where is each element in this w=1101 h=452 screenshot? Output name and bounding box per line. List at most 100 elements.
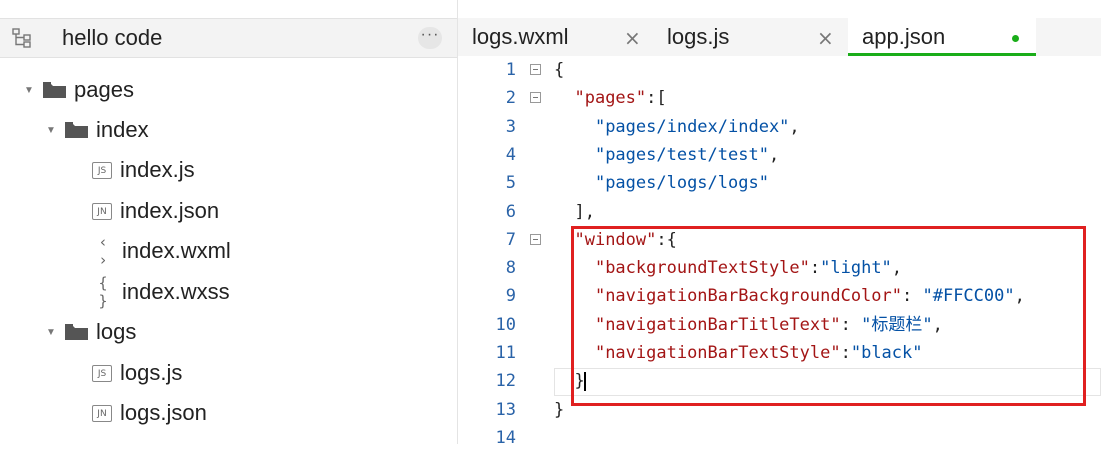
line-number: 7 [505, 229, 516, 250]
code-editor[interactable]: 1{2 "pages":[3 "pages/index/index", 4 "pa… [458, 56, 1101, 448]
folder-icon [65, 122, 88, 138]
code-line[interactable]: 11 "navigationBarTextStyle":"black" [458, 339, 1101, 367]
code-token: "window" [574, 229, 657, 250]
code-token: , [789, 116, 800, 137]
code-text: "pages/index/index", [554, 113, 800, 141]
tree-folder-logs[interactable]: ▼ logs [44, 314, 136, 350]
line-number: 10 [495, 314, 516, 335]
code-token: , [891, 258, 903, 279]
code-token: "pages" [574, 88, 647, 109]
line-number: 1 [505, 60, 516, 80]
code-text: "navigationBarBackgroundColor": "#FFCC00… [554, 282, 1025, 310]
code-token: : [809, 258, 821, 279]
close-icon[interactable]: × [817, 26, 834, 50]
code-line[interactable]: 10 "navigationBarTitleText": "标题栏", [458, 311, 1101, 339]
fold-toggle-icon[interactable] [530, 92, 541, 104]
editor-tab-bar: logs.wxml × logs.js × app.json [458, 18, 1101, 57]
code-line[interactable]: 13} [458, 396, 1101, 424]
project-title: hello code [62, 25, 163, 50]
code-token: , [1014, 286, 1025, 307]
code-token: : [902, 286, 923, 307]
code-token: "标题栏" [861, 314, 933, 335]
fold-toggle-icon[interactable] [530, 64, 541, 75]
tree-file-index-js[interactable]: JS index.js [92, 152, 195, 188]
tab-logs-js[interactable]: logs.js × [653, 18, 848, 56]
code-text: "window":{ [554, 226, 676, 254]
caret-down-icon[interactable]: ▼ [44, 327, 58, 338]
code-text: "navigationBarTextStyle":"black" [554, 339, 923, 367]
tree-icon[interactable] [12, 28, 34, 48]
folder-icon [65, 324, 88, 340]
code-token: } [554, 371, 585, 392]
code-line[interactable]: 5 "pages/logs/logs" [458, 169, 1101, 197]
code-line[interactable]: 7 "window":{ [458, 226, 1101, 254]
more-options-button[interactable]: ··· [418, 27, 442, 49]
line-number: 3 [505, 116, 516, 137]
code-line[interactable]: 1{ [458, 56, 1101, 84]
code-token: "pages/test/test" [594, 144, 769, 165]
close-icon[interactable]: × [624, 26, 641, 50]
tree-folder-index[interactable]: ▼ index [44, 112, 149, 148]
json-file-icon: JN [92, 404, 112, 422]
code-token: , [768, 144, 780, 165]
code-line[interactable]: 3 "pages/index/index", [458, 113, 1101, 141]
code-text: "pages/test/test", [554, 141, 779, 169]
code-text: "navigationBarTitleText": "标题栏", [554, 311, 943, 339]
wxml-file-icon: ‹ › [98, 233, 108, 269]
code-token: "black" [850, 343, 923, 363]
caret-down-icon[interactable]: ▼ [22, 85, 36, 96]
line-number: 2 [505, 88, 516, 109]
tree-file-logs-js[interactable]: JS logs.js [92, 355, 182, 391]
code-line[interactable]: 8 "backgroundTextStyle":"light", [458, 254, 1101, 282]
code-text: "pages/logs/logs" [554, 169, 769, 197]
line-number: 4 [505, 144, 516, 165]
tree-file-logs-json[interactable]: JN logs.json [92, 395, 207, 431]
tab-logs-wxml[interactable]: logs.wxml × [458, 18, 653, 56]
code-token: "navigationBarTextStyle" [594, 343, 841, 363]
tree-folder-pages[interactable]: ▼ pages [22, 72, 134, 108]
tab-app-json[interactable]: app.json [848, 18, 1036, 56]
caret-down-icon[interactable]: ▼ [44, 125, 58, 136]
tree-file-index-json[interactable]: JN index.json [92, 193, 219, 229]
code-line[interactable]: 6 ], [458, 198, 1101, 226]
code-token: : [840, 314, 862, 335]
code-token: } [554, 399, 565, 420]
line-number: 8 [505, 258, 516, 279]
code-token: { [554, 60, 565, 80]
code-line[interactable]: 14 [458, 424, 1101, 452]
tab-label: logs.js [667, 24, 730, 49]
line-number: 6 [505, 201, 516, 222]
tree-label: index.js [120, 157, 195, 182]
line-number: 11 [495, 343, 516, 363]
code-text: { [554, 56, 564, 84]
tree-file-index-wxml[interactable]: ‹ › index.wxml [92, 233, 231, 269]
tree-label: logs.js [120, 360, 183, 385]
code-line[interactable]: 12 } [458, 367, 1101, 395]
code-text: } [554, 367, 586, 395]
code-line[interactable]: 4 "pages/test/test", [458, 141, 1101, 169]
code-line[interactable]: 9 "navigationBarBackgroundColor": "#FFCC… [458, 282, 1101, 310]
code-token: :[ [646, 88, 667, 109]
fold-toggle-icon[interactable] [530, 233, 541, 245]
line-number: 12 [495, 371, 516, 392]
code-text: "backgroundTextStyle":"light", [554, 254, 902, 282]
code-token: "#FFCC00" [922, 286, 1015, 307]
tree-file-index-wxss[interactable]: { } index.wxss [92, 274, 229, 310]
code-token: : [840, 343, 851, 363]
json-file-icon: JN [92, 202, 112, 220]
tree-label: index.wxml [122, 238, 231, 263]
folder-icon [43, 82, 66, 98]
code-token: "navigationBarTitleText" [594, 314, 841, 335]
tab-label: logs.wxml [472, 24, 569, 49]
line-number: 5 [505, 173, 516, 194]
code-line[interactable]: 2 "pages":[ [458, 84, 1101, 112]
code-token: "pages/logs/logs" [594, 173, 769, 194]
tree-label: pages [74, 77, 134, 102]
line-number: 14 [495, 427, 516, 448]
code-text: ], [554, 198, 594, 226]
